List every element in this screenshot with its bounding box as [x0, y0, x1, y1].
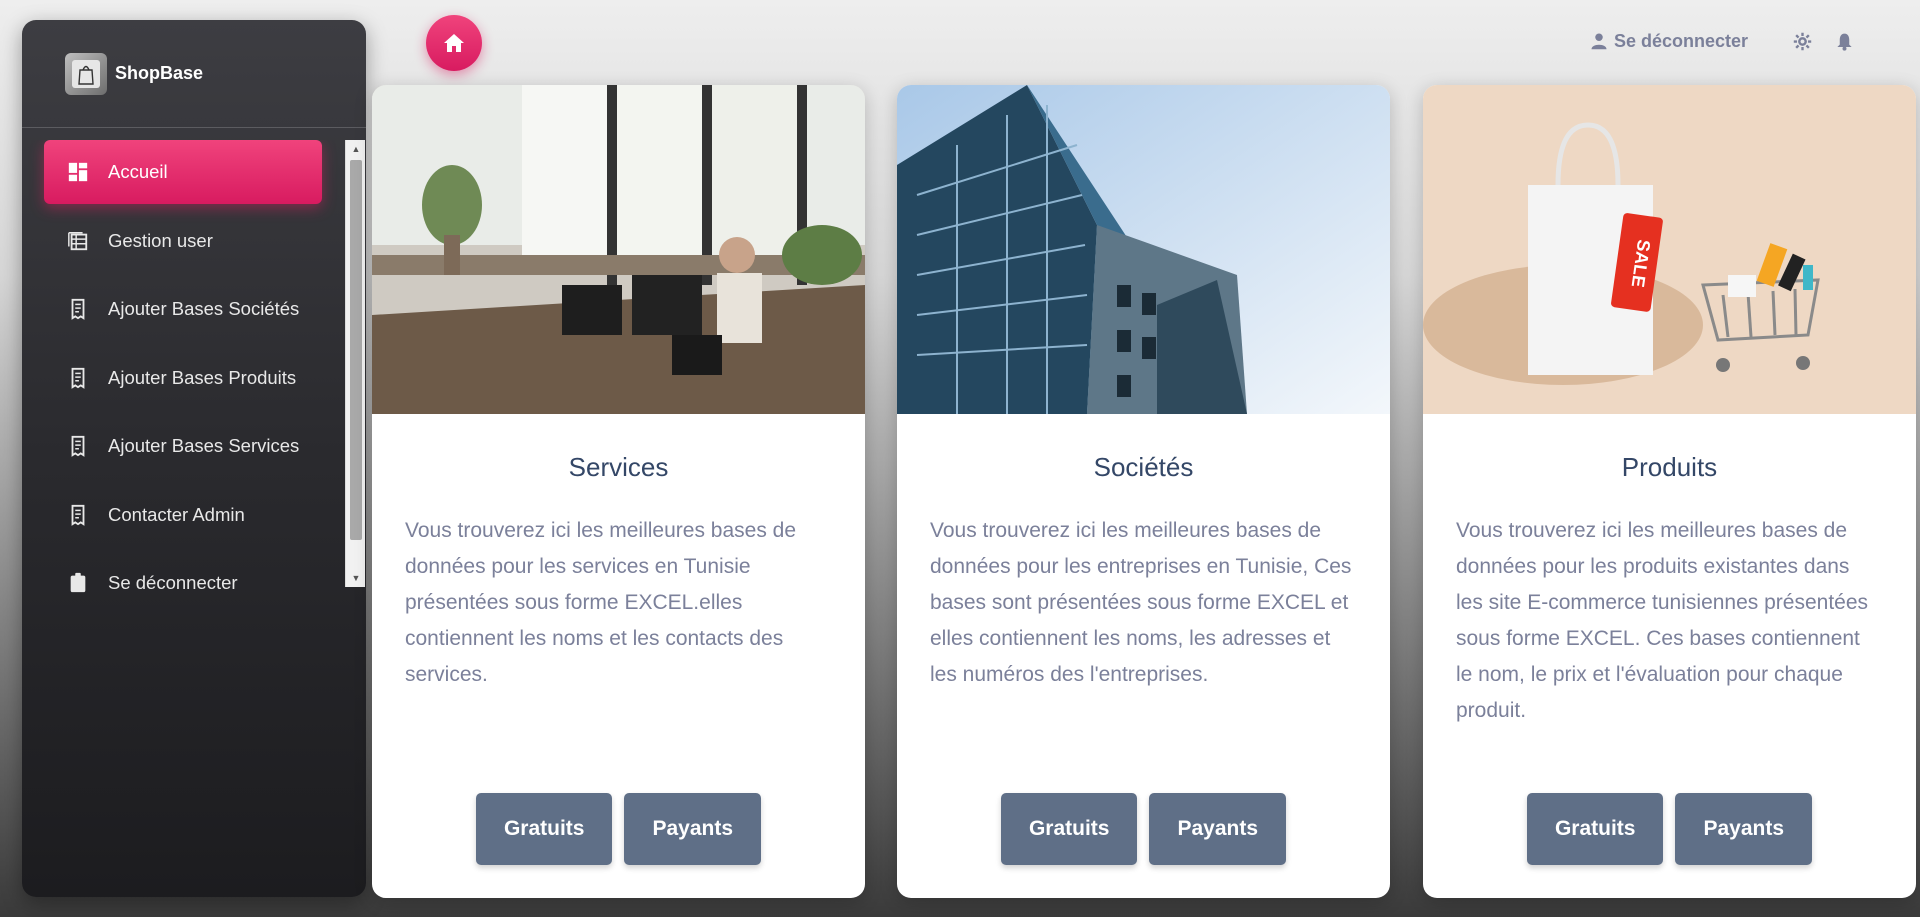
receipt-icon [66, 503, 90, 527]
gratuits-button[interactable]: Gratuits [475, 793, 613, 865]
receipt-icon [66, 434, 90, 458]
table-icon [66, 229, 90, 253]
card-title: Services [568, 452, 669, 482]
card-actions: Gratuits Payants [1423, 793, 1916, 865]
sidebar-item-gestion-user[interactable]: Gestion user [44, 209, 322, 273]
card-societes: Sociétés Vous trouverez ici les meilleur… [897, 85, 1390, 898]
sidebar-item-contacter-admin[interactable]: Contacter Admin [44, 483, 322, 547]
home-icon [444, 34, 464, 52]
sidebar-item-label: Ajouter Bases Produits [108, 366, 297, 388]
card-actions: Gratuits Payants [372, 793, 865, 865]
payants-button[interactable]: Payants [624, 793, 762, 865]
dashboard-icon [66, 160, 90, 184]
receipt-icon [66, 297, 90, 321]
sidebar-item-ajouter-produits[interactable]: Ajouter Bases Produits [44, 346, 322, 410]
scroll-down-arrow[interactable]: ▼ [346, 569, 366, 587]
sidebar-nav: Accueil Gestion user Ajouter Bases Socié… [22, 140, 366, 608]
sidebar-item-accueil[interactable]: Accueil [44, 140, 322, 204]
sidebar-item-label: Ajouter Bases Services [108, 435, 300, 456]
brand-logo [65, 52, 107, 95]
brand[interactable]: ShopBase [22, 20, 366, 128]
user-icon [1591, 33, 1607, 50]
card-description: Vous trouverez ici les meilleures bases … [405, 519, 797, 686]
topbar-actions: Se déconnecter [1590, 26, 1854, 56]
sidebar-item-label: Accueil [108, 161, 168, 182]
card-services: Services Vous trouverez ici les meilleur… [372, 85, 865, 898]
card-image-office [372, 85, 865, 414]
scroll-up-arrow[interactable]: ▲ [346, 140, 366, 158]
sidebar-item-label: Ajouter Bases Sociétés [108, 298, 300, 319]
card-image-building [897, 85, 1390, 414]
receipt-icon [66, 366, 90, 390]
card-title: Produits [1621, 452, 1718, 482]
sidebar-item-label: Contacter Admin [108, 503, 245, 525]
logout-link[interactable]: Se déconnecter [1590, 31, 1748, 52]
payants-button[interactable]: Payants [1149, 793, 1287, 865]
card-image-shopping: SALE [1423, 85, 1916, 414]
brand-name: ShopBase [115, 63, 204, 83]
gear-icon[interactable] [1792, 31, 1812, 51]
sidebar-item-se-deconnecter[interactable]: Se déconnecter [44, 551, 322, 608]
card-description: Vous trouverez ici les meilleures bases … [930, 519, 1352, 686]
logout-label: Se déconnecter [1613, 30, 1748, 51]
payants-button[interactable]: Payants [1675, 793, 1813, 865]
card-produits: SALE Produits Vous trouverez ici les mei… [1423, 85, 1916, 898]
home-button[interactable] [426, 15, 482, 71]
scroll-thumb[interactable] [350, 160, 362, 540]
sidebar-item-ajouter-services[interactable]: Ajouter Bases Services [44, 414, 322, 478]
sidebar: ShopBase Accueil Gestion user Ajouter Ba… [22, 20, 366, 897]
sidebar-item-label: Gestion user [108, 229, 213, 251]
card-description: Vous trouverez ici les meilleures bases … [1456, 519, 1869, 722]
sidebar-item-ajouter-societes[interactable]: Ajouter Bases Sociétés [44, 277, 322, 341]
card-title: Sociétés [1093, 452, 1194, 482]
gratuits-button[interactable]: Gratuits [1000, 793, 1138, 865]
bell-icon[interactable] [1834, 31, 1854, 51]
card-actions: Gratuits Payants [897, 793, 1390, 865]
sidebar-scrollbar[interactable]: ▲ ▼ [345, 140, 365, 587]
gratuits-button[interactable]: Gratuits [1526, 793, 1664, 865]
assignment-icon [66, 571, 90, 595]
sidebar-item-label: Se déconnecter [108, 572, 238, 593]
